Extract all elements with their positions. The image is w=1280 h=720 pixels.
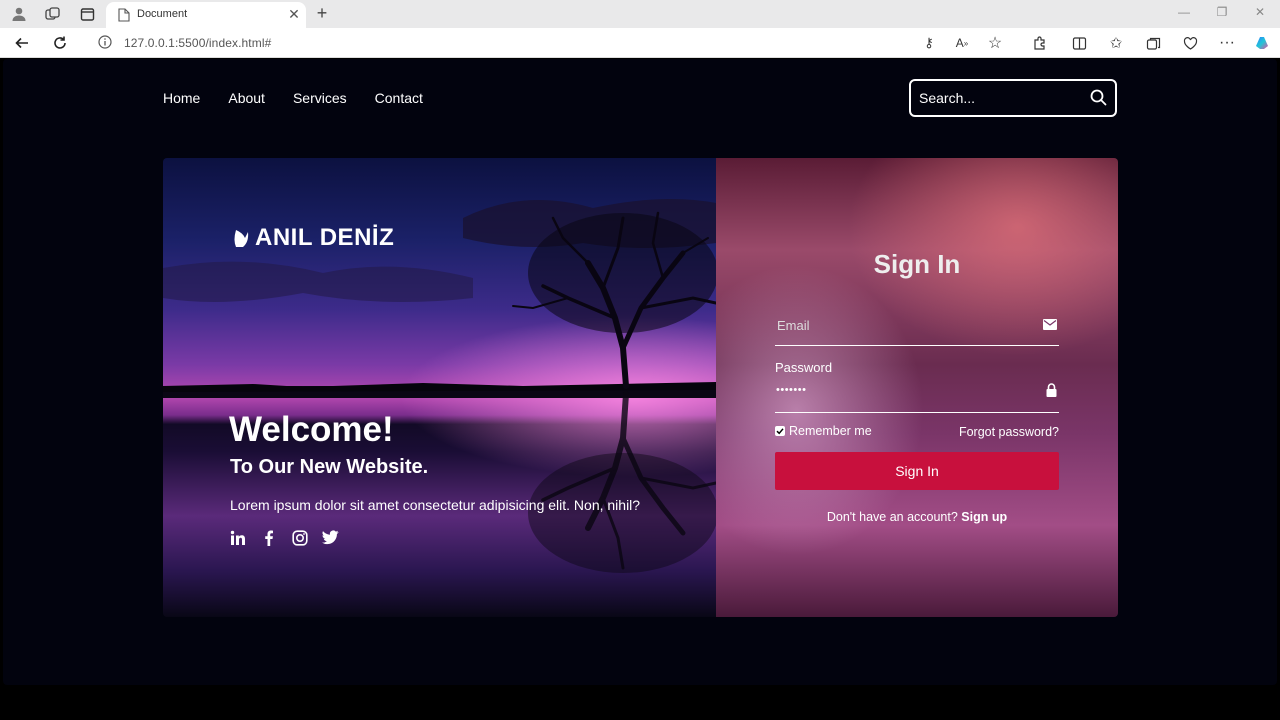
maximize-icon[interactable]: ❐: [1212, 5, 1232, 19]
nav-contact[interactable]: Contact: [375, 90, 423, 106]
signin-title: Sign In: [873, 249, 961, 279]
welcome-subtitle: To Our New Website.: [230, 456, 429, 478]
remember-label: Remember me: [789, 424, 872, 438]
password-label: Password: [775, 360, 833, 375]
profile-icon[interactable]: [10, 5, 28, 23]
minimize-icon[interactable]: —: [1174, 5, 1194, 19]
main-nav: Home About Services Contact: [163, 90, 423, 106]
nav-home[interactable]: Home: [163, 90, 200, 106]
welcome-heading: Welcome!: [229, 410, 394, 449]
signin-button[interactable]: Sign In: [775, 452, 1059, 490]
linkedin-icon[interactable]: [229, 529, 246, 546]
brand-leaf-icon: [234, 230, 249, 247]
forgot-password-link[interactable]: Forgot password?: [959, 425, 1059, 439]
page-viewport: Home About Services Contact Search... AN…: [3, 59, 1277, 685]
document-icon: [115, 6, 133, 24]
close-tab-icon[interactable]: ✕: [286, 6, 302, 23]
signup-prompt: Don't have an account? Sign up: [716, 510, 1118, 524]
brand-logo: ANIL DENİZ: [233, 224, 394, 252]
back-icon[interactable]: [12, 33, 32, 53]
twitter-icon[interactable]: [322, 529, 339, 546]
read-aloud-icon[interactable]: A»: [953, 34, 971, 52]
split-screen-icon[interactable]: [1070, 34, 1088, 52]
login-card: ANIL DENİZ Welcome! To Our New Website. …: [163, 158, 1118, 617]
signin-panel: Sign In Email Password ••••••• Remember …: [716, 158, 1118, 617]
lock-icon: [1046, 383, 1057, 402]
browser-essentials-icon[interactable]: [1181, 34, 1199, 52]
collections-icon[interactable]: [1144, 34, 1162, 52]
instagram-icon[interactable]: [291, 529, 308, 546]
favorites-icon[interactable]: ✩: [1107, 34, 1125, 52]
signup-prompt-text: Don't have an account?: [826, 510, 958, 524]
site-info-icon[interactable]: [98, 35, 112, 54]
search-icon[interactable]: [1090, 89, 1107, 111]
search-input[interactable]: [919, 88, 1079, 108]
social-links: [229, 529, 339, 546]
extensions-icon[interactable]: [1030, 34, 1048, 52]
workspaces-icon[interactable]: [43, 5, 61, 23]
hero-panel: ANIL DENİZ Welcome! To Our New Website. …: [163, 158, 716, 617]
password-value: •••••••: [776, 384, 807, 396]
email-label: Email: [777, 318, 810, 333]
browser-tab[interactable]: Document ✕: [106, 2, 306, 28]
url-bar[interactable]: 127.0.0.1:5500/index.html#: [86, 31, 1016, 55]
refresh-icon[interactable]: [50, 33, 70, 53]
new-tab-icon[interactable]: +: [312, 3, 332, 24]
nav-services[interactable]: Services: [293, 90, 347, 106]
remember-checkbox[interactable]: [775, 426, 785, 436]
browser-tab-bar: Document ✕ + — ❐ ✕: [0, 0, 1280, 28]
close-window-icon[interactable]: ✕: [1250, 5, 1270, 19]
tab-actions-icon[interactable]: [78, 5, 96, 23]
password-field[interactable]: Password •••••••: [775, 358, 1059, 413]
facebook-icon[interactable]: [260, 529, 277, 546]
tab-title: Document: [137, 8, 188, 20]
more-options-icon[interactable]: ···: [1218, 34, 1236, 52]
brand-name: ANIL DENİZ: [255, 224, 395, 251]
browser-address-bar: 127.0.0.1:5500/index.html# ⚷ A» ☆ ✩ ···: [0, 28, 1280, 58]
favorite-star-icon[interactable]: ☆: [986, 34, 1004, 52]
email-field[interactable]: Email: [775, 313, 1059, 346]
signup-link[interactable]: Sign up: [961, 510, 1007, 524]
taskbar-area: [0, 686, 1280, 720]
key-icon[interactable]: ⚷: [920, 34, 938, 52]
search-box: [909, 79, 1117, 117]
copilot-icon[interactable]: [1253, 34, 1271, 52]
url-text: 127.0.0.1:5500/index.html#: [124, 36, 272, 50]
remember-me[interactable]: Remember me: [775, 424, 872, 438]
nav-about[interactable]: About: [228, 90, 265, 106]
mail-icon: [1043, 317, 1057, 335]
welcome-description: Lorem ipsum dolor sit amet consectetur a…: [230, 497, 641, 513]
